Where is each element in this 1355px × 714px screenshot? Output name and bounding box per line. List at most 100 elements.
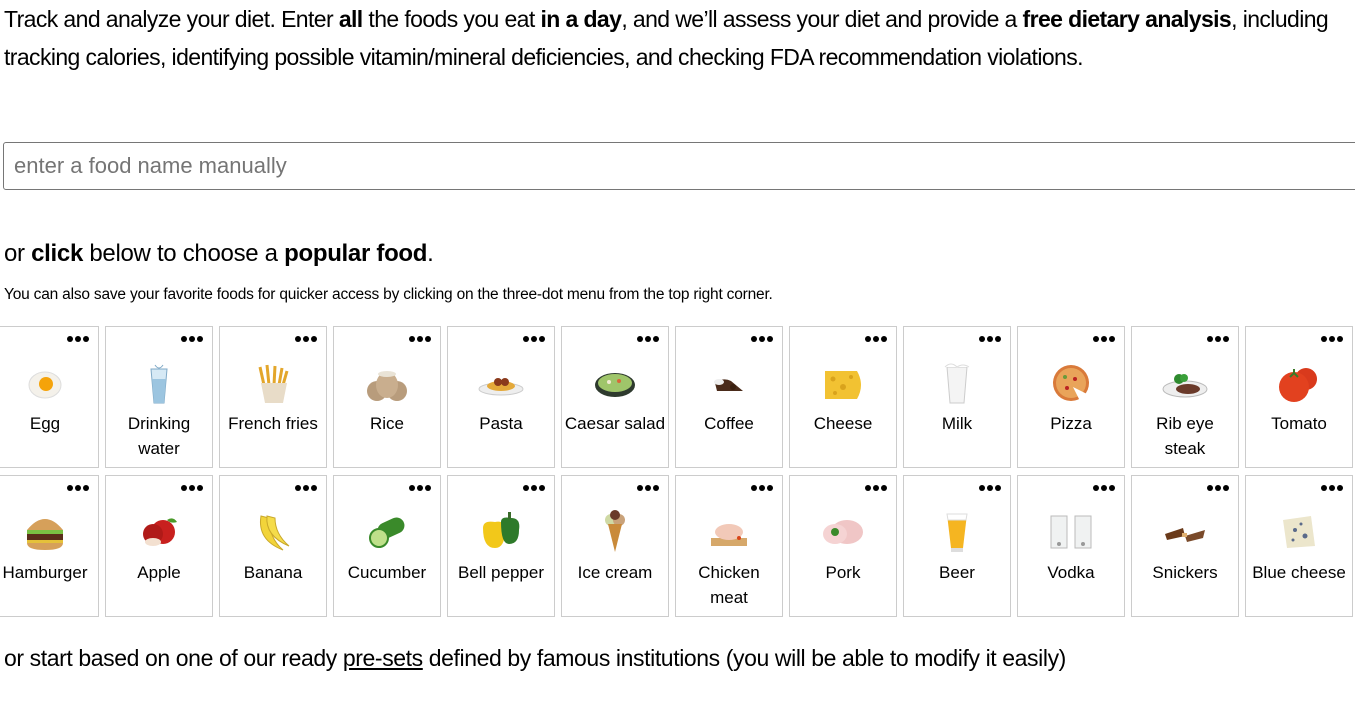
more-options-icon[interactable] <box>523 484 545 492</box>
more-options-icon[interactable] <box>979 335 1001 343</box>
footer-part: defined by famous institutions (you will… <box>422 645 1067 671</box>
more-options-icon[interactable] <box>865 335 887 343</box>
food-label: Bell pepper <box>457 563 544 582</box>
food-label: Caesar salad <box>564 414 666 433</box>
food-search-input[interactable] <box>4 143 1355 189</box>
spaghetti-plate-icon <box>475 357 527 409</box>
food-label: Snickers <box>1152 563 1218 582</box>
more-options-icon[interactable] <box>523 335 545 343</box>
more-options-icon[interactable] <box>751 484 773 492</box>
fried-egg-icon <box>19 357 71 409</box>
popular-food-grid: Egg Drinking water French fries Rice Pasta Ca… <box>0 326 1353 617</box>
intro-part: the foods you eat <box>362 6 541 32</box>
pizza-icon <box>1045 357 1097 409</box>
food-card[interactable]: Drinking water <box>105 326 213 468</box>
more-options-icon[interactable] <box>637 335 659 343</box>
subhead-part: or <box>4 240 32 267</box>
more-options-icon[interactable] <box>1321 335 1343 343</box>
food-label: Cucumber <box>347 563 427 582</box>
food-card[interactable]: Hamburger <box>0 475 99 617</box>
food-search-box[interactable] <box>3 142 1355 190</box>
intro-emphasis: all <box>338 6 363 32</box>
more-options-icon[interactable] <box>295 484 317 492</box>
presets-text: or start based on one of our ready pre-s… <box>4 639 1334 677</box>
more-options-icon[interactable] <box>409 484 431 492</box>
presets-link[interactable]: pre-sets <box>343 645 423 671</box>
bell-pepper-icon <box>475 506 527 558</box>
food-label: Tomato <box>1271 414 1327 433</box>
food-label: Blue cheese <box>1252 563 1346 582</box>
more-options-icon[interactable] <box>1093 484 1115 492</box>
more-options-icon[interactable] <box>1207 335 1229 343</box>
food-label: Egg <box>29 414 61 433</box>
more-options-icon[interactable] <box>181 484 203 492</box>
food-card[interactable]: Coffee <box>675 326 783 468</box>
french-fries-icon <box>247 357 299 409</box>
blue-cheese-icon <box>1273 506 1325 558</box>
more-options-icon[interactable] <box>67 484 89 492</box>
food-label: Rib eye steak <box>1156 414 1214 458</box>
food-card[interactable]: Rib eye steak <box>1131 326 1239 468</box>
banana-icon <box>247 506 299 558</box>
more-options-icon[interactable] <box>1093 335 1115 343</box>
ice-cream-cone-icon <box>589 506 641 558</box>
coffee-beans-icon <box>703 357 755 409</box>
hamburger-icon <box>19 506 71 558</box>
steak-plate-icon <box>1159 357 1211 409</box>
food-label: French fries <box>228 414 318 433</box>
food-card[interactable]: Ice cream <box>561 475 669 617</box>
more-options-icon[interactable] <box>979 484 1001 492</box>
food-card[interactable]: Vodka <box>1017 475 1125 617</box>
more-options-icon[interactable] <box>295 335 317 343</box>
food-card[interactable]: Bell pepper <box>447 475 555 617</box>
food-card[interactable]: Beer <box>903 475 1011 617</box>
more-options-icon[interactable] <box>67 335 89 343</box>
tomato-icon <box>1273 357 1325 409</box>
subhead-emphasis: popular food <box>284 240 428 267</box>
more-options-icon[interactable] <box>637 484 659 492</box>
food-card[interactable]: Cucumber <box>333 475 441 617</box>
more-options-icon[interactable] <box>751 335 773 343</box>
rice-sacks-icon <box>361 357 413 409</box>
subhead-part: . <box>427 240 434 267</box>
food-card[interactable]: Caesar salad <box>561 326 669 468</box>
chocolate-bar-icon <box>1159 506 1211 558</box>
pork-cut-icon <box>817 506 869 558</box>
food-card[interactable]: Apple <box>105 475 213 617</box>
food-card[interactable]: French fries <box>219 326 327 468</box>
more-options-icon[interactable] <box>1321 484 1343 492</box>
intro-emphasis: free dietary analysis <box>1022 6 1232 32</box>
food-card[interactable]: Rice <box>333 326 441 468</box>
food-card[interactable]: Cheese <box>789 326 897 468</box>
food-card[interactable]: Banana <box>219 475 327 617</box>
food-label: Coffee <box>704 414 754 433</box>
popular-food-heading: or click below to choose a popular food. <box>4 236 434 272</box>
intro-text: Track and analyze your diet. Enter all t… <box>4 0 1344 76</box>
beer-glass-icon <box>931 506 983 558</box>
food-card[interactable]: Pizza <box>1017 326 1125 468</box>
subhead-emphasis: click <box>31 240 83 267</box>
food-label: Drinking water <box>127 414 191 458</box>
food-card[interactable]: Blue cheese <box>1245 475 1353 617</box>
food-card[interactable]: Chicken meat <box>675 475 783 617</box>
subhead-part: below to choose a <box>83 240 285 267</box>
favorites-hint: You can also save your favorite foods fo… <box>4 286 773 303</box>
food-label: Cheese <box>813 414 873 433</box>
intro-part: Track and analyze your diet. Enter <box>4 6 339 32</box>
shot-glasses-icon <box>1045 506 1097 558</box>
food-card[interactable]: Tomato <box>1245 326 1353 468</box>
more-options-icon[interactable] <box>865 484 887 492</box>
food-card[interactable]: Milk <box>903 326 1011 468</box>
more-options-icon[interactable] <box>409 335 431 343</box>
food-card[interactable]: Snickers <box>1131 475 1239 617</box>
food-label: Vodka <box>1047 563 1095 582</box>
food-card[interactable]: Pasta <box>447 326 555 468</box>
food-label: Pasta <box>479 414 523 433</box>
food-label: Milk <box>941 414 973 433</box>
more-options-icon[interactable] <box>1207 484 1229 492</box>
food-card[interactable]: Pork <box>789 475 897 617</box>
more-options-icon[interactable] <box>181 335 203 343</box>
food-card[interactable]: Egg <box>0 326 99 468</box>
cucumber-icon <box>361 506 413 558</box>
food-label: Ice cream <box>577 563 653 582</box>
